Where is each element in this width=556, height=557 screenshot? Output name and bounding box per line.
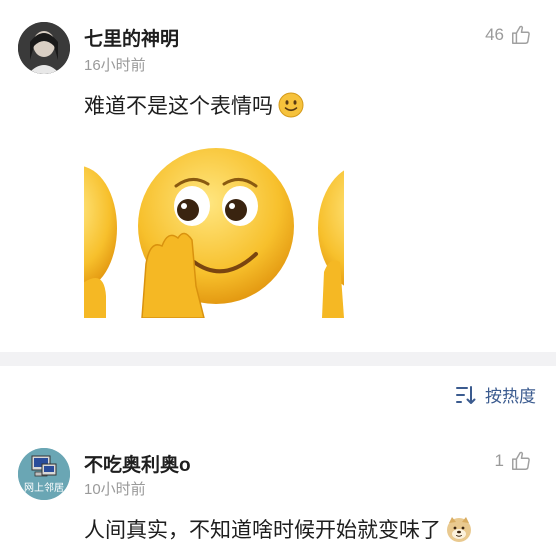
doge-icon — [447, 517, 471, 542]
sort-by-hot-button[interactable]: 按热度 — [455, 382, 536, 407]
sort-icon — [456, 385, 476, 404]
like-count: 46 — [485, 25, 504, 44]
avatar[interactable]: 网上邻居 — [18, 448, 70, 500]
username[interactable]: 七里的神明 — [84, 24, 179, 51]
thumbs-up-icon — [512, 25, 530, 44]
comment-text: 人间真实，不知道啥时候开始就变味了 — [84, 514, 473, 544]
comment-item: 七里的神明 16小时前 46 难道不是这个表情吗 — [0, 0, 556, 352]
comment-text: 难道不是这个表情吗 — [84, 90, 305, 120]
username[interactable]: 不吃奥利奥o — [84, 450, 191, 477]
section-divider — [0, 352, 556, 366]
slight-smile-icon — [278, 92, 304, 118]
like-count: 1 — [494, 451, 504, 470]
like-button[interactable]: 46 — [485, 24, 532, 46]
thumbs-up-icon — [512, 451, 530, 470]
comment-text-body: 人间真实，不知道啥时候开始就变味了 — [84, 519, 441, 542]
comment-text-body: 难道不是这个表情吗 — [84, 95, 273, 118]
avatar[interactable] — [18, 22, 70, 74]
sort-label: 按热度 — [485, 387, 536, 406]
comment-item: 网上邻居 不吃奥利奥o 10小时前 1 人间真实，不知道啥时候开始就变味了 — [0, 430, 556, 557]
covering-mouth-smile-sticker[interactable] — [84, 136, 344, 318]
timestamp: 16小时前 — [84, 57, 146, 74]
like-button[interactable]: 1 — [495, 450, 532, 472]
avatar-caption: 网上邻居 — [24, 483, 64, 494]
timestamp: 10小时前 — [84, 481, 146, 498]
